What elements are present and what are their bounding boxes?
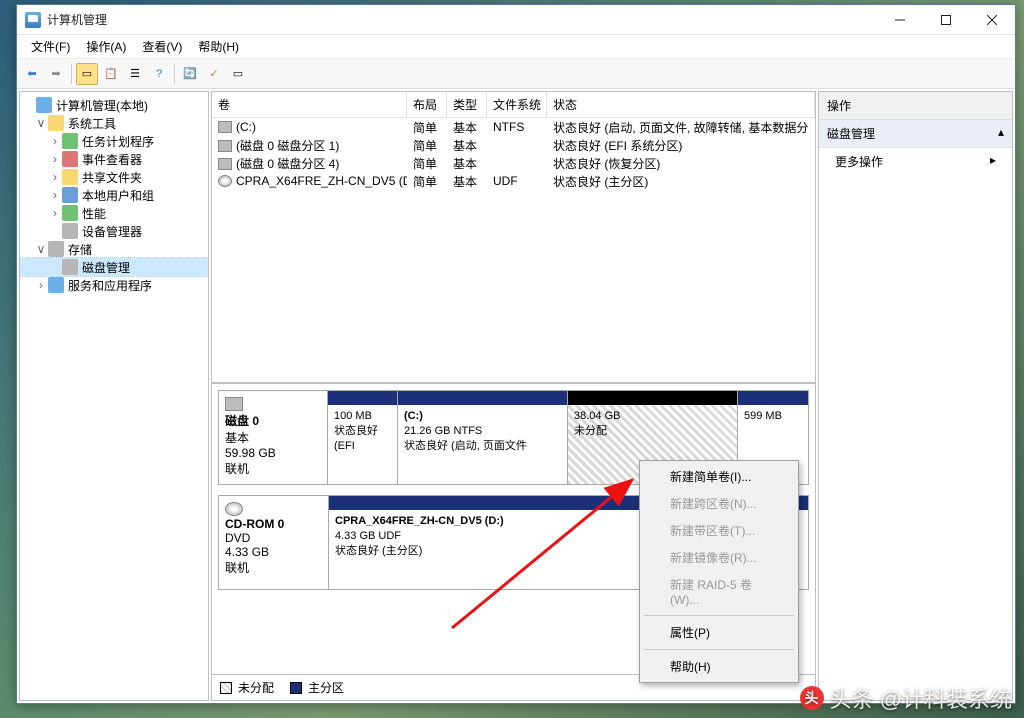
separator [174, 64, 175, 84]
menu-view[interactable]: 查看(V) [134, 35, 190, 58]
nav-back-button[interactable]: ⬅ [21, 63, 43, 85]
col-layout[interactable]: 布局 [407, 92, 447, 117]
cdrom-0-header[interactable]: CD-ROM 0 DVD 4.33 GB 联机 [219, 496, 329, 589]
refresh-button[interactable]: 🔄 [179, 63, 201, 85]
settings-button[interactable]: ▭ [227, 63, 249, 85]
computer-management-window: 计算机管理 文件(F) 操作(A) 查看(V) 帮助(H) ⬅ ➡ ▭ 📋 ☰ … [16, 4, 1016, 704]
ctx-new-striped-volume: 新建带区卷(T)... [642, 517, 796, 544]
tree-disk-management[interactable]: 磁盘管理 [20, 258, 208, 276]
menu-help[interactable]: 帮助(H) [190, 35, 247, 58]
tree-shared-folders[interactable]: ›共享文件夹 [20, 168, 208, 186]
partition[interactable]: 100 MB状态良好 (EFI [328, 391, 398, 484]
menubar: 文件(F) 操作(A) 查看(V) 帮助(H) [17, 35, 1015, 59]
hard-disk-icon [225, 397, 243, 411]
window-title: 计算机管理 [47, 11, 107, 28]
partition-color-bar [328, 391, 397, 405]
disk-0-header[interactable]: 磁盘 0 基本 59.98 GB 联机 [219, 391, 328, 484]
ctx-new-spanned-volume: 新建跨区卷(N)... [642, 490, 796, 517]
tree-device-manager[interactable]: 设备管理器 [20, 222, 208, 240]
volume-list: 卷 布局 类型 文件系统 状态 (C:)简单基本NTFS状态良好 (启动, 页面… [212, 92, 815, 382]
help-button[interactable]: ? [148, 63, 170, 85]
ctx-new-mirrored-volume: 新建镜像卷(R)... [642, 544, 796, 571]
volume-row[interactable]: CPRA_X64FRE_ZH-CN_DV5 (D:)简单基本UDF状态良好 (主… [212, 172, 815, 190]
actions-more[interactable]: 更多操作▸ [819, 148, 1012, 175]
collapse-icon: ▴ [998, 125, 1004, 142]
tree-services-apps[interactable]: ›服务和应用程序 [20, 276, 208, 294]
volume-list-header: 卷 布局 类型 文件系统 状态 [212, 92, 815, 118]
menu-file[interactable]: 文件(F) [23, 35, 78, 58]
app-icon [25, 12, 41, 28]
actions-category[interactable]: 磁盘管理▴ [819, 120, 1012, 148]
partition-color-bar [738, 391, 808, 405]
tree-local-users[interactable]: ›本地用户和组 [20, 186, 208, 204]
legend-unallocated: 未分配 [220, 679, 274, 696]
tree-event-viewer[interactable]: ›事件查看器 [20, 150, 208, 168]
ctx-help[interactable]: 帮助(H) [642, 653, 796, 680]
nav-tree[interactable]: 计算机管理(本地) ∨系统工具 ›任务计划程序 ›事件查看器 ›共享文件夹 ›本… [19, 91, 209, 701]
partition[interactable]: (C:)21.26 GB NTFS状态良好 (启动, 页面文件 [398, 391, 568, 484]
titlebar[interactable]: 计算机管理 [17, 5, 1015, 35]
legend-primary: 主分区 [290, 679, 344, 696]
toolbar: ⬅ ➡ ▭ 📋 ☰ ? 🔄 ✓ ▭ [17, 59, 1015, 89]
separator [71, 64, 72, 84]
ctx-new-raid5-volume: 新建 RAID-5 卷(W)... [642, 571, 796, 612]
volume-row[interactable]: (磁盘 0 磁盘分区 4)简单基本状态良好 (恢复分区) [212, 154, 815, 172]
maximize-button[interactable] [923, 5, 969, 35]
swatch-primary [290, 682, 302, 694]
col-filesystem[interactable]: 文件系统 [487, 92, 547, 117]
cdrom-icon [225, 502, 243, 516]
nav-forward-button[interactable]: ➡ [45, 63, 67, 85]
partition-color-bar [398, 391, 567, 405]
tree-storage[interactable]: ∨存储 [20, 240, 208, 258]
main-body: 计算机管理(本地) ∨系统工具 ›任务计划程序 ›事件查看器 ›共享文件夹 ›本… [17, 89, 1015, 703]
minimize-button[interactable] [877, 5, 923, 35]
view-options-button[interactable]: ☰ [124, 63, 146, 85]
tree-performance[interactable]: ›性能 [20, 204, 208, 222]
arrow-right-icon: ▸ [990, 153, 996, 170]
actions-header: 操作 [819, 92, 1012, 120]
watermark: 头 头条 @计科装系统 [800, 682, 1012, 714]
col-volume[interactable]: 卷 [212, 92, 407, 117]
partition-color-bar [568, 391, 737, 405]
properties-button[interactable]: 📋 [100, 63, 122, 85]
volume-row[interactable]: (磁盘 0 磁盘分区 1)简单基本状态良好 (EFI 系统分区) [212, 136, 815, 154]
ctx-new-simple-volume[interactable]: 新建简单卷(I)... [642, 463, 796, 490]
ctx-properties[interactable]: 属性(P) [642, 619, 796, 646]
show-hide-tree-button[interactable]: ▭ [76, 63, 98, 85]
tree-task-scheduler[interactable]: ›任务计划程序 [20, 132, 208, 150]
col-type[interactable]: 类型 [447, 92, 487, 117]
menu-action[interactable]: 操作(A) [78, 35, 134, 58]
separator [644, 649, 794, 650]
context-menu: 新建简单卷(I)... 新建跨区卷(N)... 新建带区卷(T)... 新建镜像… [639, 460, 799, 683]
volume-row[interactable]: (C:)简单基本NTFS状态良好 (启动, 页面文件, 故障转储, 基本数据分 [212, 118, 815, 136]
close-button[interactable] [969, 5, 1015, 35]
tree-systools[interactable]: ∨系统工具 [20, 114, 208, 132]
swatch-unallocated [220, 682, 232, 694]
rescan-disks-button[interactable]: ✓ [203, 63, 225, 85]
tree-root[interactable]: 计算机管理(本地) [20, 96, 208, 114]
separator [644, 615, 794, 616]
actions-pane: 操作 磁盘管理▴ 更多操作▸ [818, 91, 1013, 701]
col-status[interactable]: 状态 [547, 92, 815, 117]
volume-rows[interactable]: (C:)简单基本NTFS状态良好 (启动, 页面文件, 故障转储, 基本数据分(… [212, 118, 815, 382]
watermark-icon: 头 [800, 686, 824, 710]
